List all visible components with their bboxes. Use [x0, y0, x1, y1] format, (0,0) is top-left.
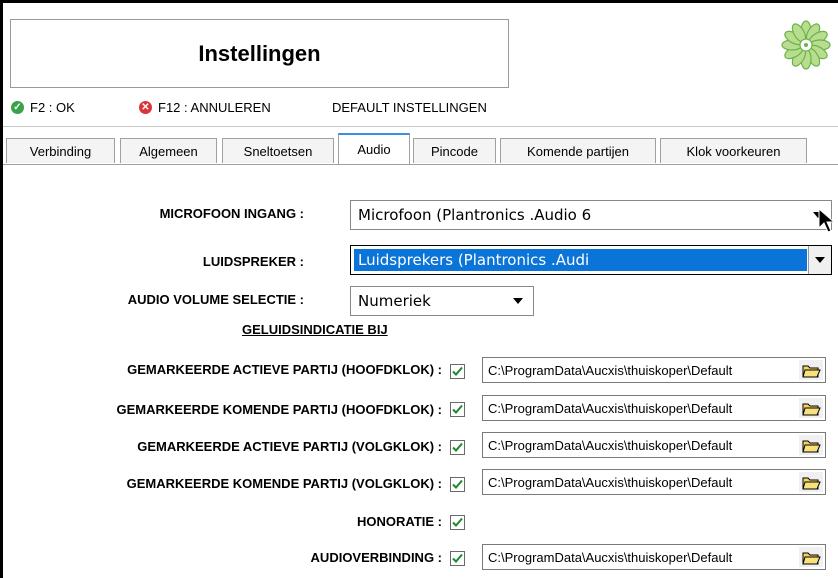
- toolbar: ✓ F2 : OK ✕ F12 : ANNULEREN DEFAULT INST…: [3, 94, 838, 124]
- cancel-button[interactable]: ✕ F12 : ANNULEREN: [139, 100, 271, 115]
- checkmark-icon: [452, 404, 463, 414]
- sound-file-field[interactable]: C:\ProgramData\Aucxis\thuiskoper\Default: [482, 395, 826, 421]
- speaker-select[interactable]: Luidsprekers (Plantronics .Audi: [350, 245, 832, 275]
- ok-button-label: F2 : OK: [30, 100, 75, 115]
- volume-value: Numeriek: [358, 292, 431, 310]
- tab-pincode[interactable]: Pincode: [413, 138, 496, 163]
- default-settings-label: DEFAULT INSTELLINGEN: [332, 100, 487, 115]
- window-border-left: [0, 0, 3, 578]
- row-checkbox[interactable]: [450, 551, 465, 566]
- sound-file-path: C:\ProgramData\Aucxis\thuiskoper\Default: [488, 400, 733, 416]
- microphone-label: MICROFOON INGANG :: [159, 206, 304, 221]
- speaker-dropdown-button[interactable]: [808, 246, 831, 274]
- tab-verbinding[interactable]: Verbinding: [6, 138, 115, 163]
- tab-algemeen[interactable]: Algemeen: [120, 138, 217, 163]
- mouse-cursor-icon: [818, 208, 836, 233]
- row-label: AUDIOVERBINDING :: [310, 550, 442, 565]
- volume-select[interactable]: Numeriek: [350, 286, 534, 316]
- ok-button[interactable]: ✓ F2 : OK: [11, 100, 75, 115]
- row-label: HONORATIE :: [357, 514, 442, 529]
- row-checkbox[interactable]: [450, 364, 465, 379]
- open-folder-icon[interactable]: [799, 360, 823, 380]
- tab-label: Komende partijen: [527, 143, 629, 159]
- sound-file-path: C:\ProgramData\Aucxis\thuiskoper\Default: [488, 474, 733, 490]
- chevron-down-icon: [815, 257, 825, 263]
- chevron-down-icon: [513, 298, 523, 304]
- tab-label: Verbinding: [29, 143, 92, 159]
- sound-file-field[interactable]: C:\ProgramData\Aucxis\thuiskoper\Default: [482, 544, 826, 570]
- row-checkbox[interactable]: [450, 477, 465, 492]
- row-checkbox[interactable]: [450, 402, 465, 417]
- cancel-x-icon: ✕: [139, 101, 152, 114]
- checkmark-icon: [452, 442, 463, 452]
- row-label: GEMARKEERDE KOMENDE PARTIJ (VOLGKLOK) :: [126, 476, 442, 491]
- checkmark-icon: [452, 366, 463, 376]
- open-folder-icon[interactable]: [799, 547, 823, 567]
- tab-underline: [3, 164, 838, 165]
- section-heading: GELUIDSINDICATIE BIJ: [242, 322, 388, 337]
- tab-label: Algemeen: [139, 143, 198, 159]
- checkmark-icon: [452, 479, 463, 489]
- tab-klok-voorkeuren[interactable]: Klok voorkeuren: [660, 138, 807, 163]
- window-border-top: [0, 0, 838, 3]
- toolbar-separator: [3, 126, 838, 127]
- tab-label: Audio: [357, 142, 391, 157]
- tab-label: Pincode: [431, 143, 478, 159]
- row-label: GEMARKEERDE ACTIEVE PARTIJ (VOLGKLOK) :: [137, 439, 442, 454]
- settings-window: Instellingen ✓ F2 : OK ✕ F12: ANNULEREN…: [0, 0, 838, 578]
- row-label: GEMARKEERDE ACTIEVE PARTIJ (HOOFDKLOK) :: [127, 362, 442, 377]
- row-label: GEMARKEERDE KOMENDE PARTIJ (HOOFDKLOK) :: [116, 402, 442, 417]
- microphone-select[interactable]: Microfoon (Plantronics .Audio 6: [350, 200, 832, 230]
- default-settings-button[interactable]: DEFAULT INSTELLINGEN: [332, 100, 487, 115]
- checkmark-icon: ✓: [11, 101, 24, 114]
- speaker-value: Luidsprekers (Plantronics .Audi: [358, 251, 590, 269]
- sound-file-path: C:\ProgramData\Aucxis\thuiskoper\Default: [488, 362, 733, 378]
- sound-file-path: C:\ProgramData\Aucxis\thuiskoper\Default: [488, 549, 733, 565]
- tab-label: Sneltoetsen: [243, 143, 313, 159]
- sound-file-field[interactable]: C:\ProgramData\Aucxis\thuiskoper\Default: [482, 469, 826, 495]
- tab-komende-partijen[interactable]: Komende partijen: [500, 138, 656, 163]
- sound-file-field[interactable]: C:\ProgramData\Aucxis\thuiskoper\Default: [482, 357, 826, 383]
- tab-audio[interactable]: Audio: [338, 133, 410, 164]
- sound-file-path: C:\ProgramData\Aucxis\thuiskoper\Default: [488, 437, 733, 453]
- honoratie-checkbox[interactable]: [450, 515, 465, 530]
- checkmark-icon: [452, 553, 463, 563]
- tab-bar: Verbinding Algemeen Sneltoetsen Audio Pi…: [3, 129, 838, 165]
- row-checkbox[interactable]: [450, 440, 465, 455]
- open-folder-icon[interactable]: [799, 472, 823, 492]
- open-folder-icon[interactable]: [799, 435, 823, 455]
- open-folder-icon[interactable]: [799, 398, 823, 418]
- checkmark-icon: [452, 517, 463, 527]
- tab-label: Klok voorkeuren: [686, 143, 781, 159]
- cancel-button-label: F12 : ANNULEREN: [158, 100, 271, 115]
- flower-logo-icon: [781, 20, 831, 70]
- sound-file-field[interactable]: C:\ProgramData\Aucxis\thuiskoper\Default: [482, 432, 826, 458]
- microphone-value: Microfoon (Plantronics .Audio 6: [358, 206, 592, 224]
- window-title: Instellingen: [10, 19, 509, 88]
- volume-label: AUDIO VOLUME SELECTIE :: [127, 292, 304, 307]
- tab-sneltoetsen[interactable]: Sneltoetsen: [222, 138, 334, 163]
- speaker-label: LUIDSPREKER :: [202, 254, 304, 269]
